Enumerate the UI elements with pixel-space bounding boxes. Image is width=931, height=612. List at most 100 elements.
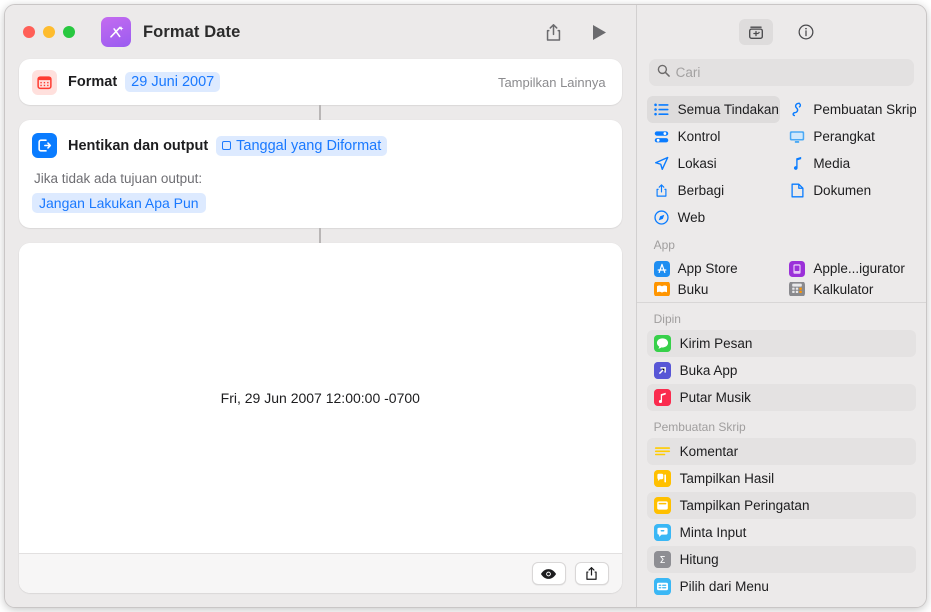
action-library-sidebar: Semua Tindakan Pembuatan Skrip xyxy=(635,5,926,607)
category-perangkat[interactable]: Perangkat xyxy=(782,123,916,150)
no-output-action-token[interactable]: Jangan Lakukan Apa Pun xyxy=(32,193,206,213)
category-pembuatan-skrip[interactable]: Pembuatan Skrip xyxy=(782,96,916,123)
device-icon xyxy=(789,130,805,144)
category-label: Berbagi xyxy=(677,183,725,198)
app-store-icon xyxy=(653,260,670,277)
share-icon xyxy=(654,183,670,198)
app-item-buku[interactable]: Buku xyxy=(647,282,781,296)
app-label: Buku xyxy=(677,282,709,296)
app-item-app-store[interactable]: App Store xyxy=(647,255,781,282)
script-icon xyxy=(789,102,805,117)
category-list[interactable]: Semua Tindakan Pembuatan Skrip Kontrol P… xyxy=(637,96,926,300)
category-label: Media xyxy=(813,156,851,171)
category-berbagi[interactable]: Berbagi xyxy=(647,177,781,204)
music-note-icon xyxy=(789,156,805,171)
info-icon[interactable] xyxy=(789,19,823,45)
control-icon xyxy=(654,130,670,144)
app-window: Format Date Format 29 Juni 2007 Tampilka… xyxy=(4,4,927,608)
stop-output-icon xyxy=(32,133,57,158)
category-web[interactable]: Web xyxy=(647,204,781,231)
share-icon[interactable] xyxy=(542,20,566,44)
close-button[interactable] xyxy=(23,26,35,38)
sidebar-toolbar xyxy=(637,5,926,59)
search-icon xyxy=(657,64,670,82)
choose-menu-icon xyxy=(653,578,671,595)
search-field[interactable] xyxy=(648,59,914,86)
action-item-label: Minta Input xyxy=(679,525,747,540)
app-label: Kalkulator xyxy=(813,282,874,296)
output-variable-token[interactable]: Tanggal yang Diformat xyxy=(216,135,388,156)
category-kontrol[interactable]: Kontrol xyxy=(647,123,781,150)
section-header-dipin: Dipin xyxy=(653,312,681,326)
play-icon[interactable] xyxy=(588,20,612,44)
action-card-format[interactable]: Format 29 Juni 2007 Tampilkan Lainnya xyxy=(19,59,622,105)
page-title: Format Date xyxy=(143,22,241,41)
action-item-buka-app[interactable]: Buka App xyxy=(647,357,916,384)
eye-icon[interactable] xyxy=(531,562,566,585)
variable-square-icon xyxy=(222,141,232,150)
action-library-icon[interactable] xyxy=(739,19,774,45)
compass-icon xyxy=(654,210,670,225)
calculate-icon: Σ xyxy=(653,551,671,568)
show-more-link[interactable]: Tampilkan Lainnya xyxy=(498,75,606,90)
title-bar: Format Date xyxy=(5,5,636,59)
no-output-destination-label: Jika tidak ada tujuan output: xyxy=(34,171,203,186)
action-suggestions-list[interactable]: Dipin Kirim Pesan Buka App Putar Musik P… xyxy=(637,303,926,607)
category-semua-tindakan[interactable]: Semua Tindakan xyxy=(646,96,781,123)
music-icon xyxy=(653,389,671,406)
search-container xyxy=(637,59,926,96)
category-label: Semua Tindakan xyxy=(677,102,779,117)
action-item-pilih-dari-menu[interactable]: Pilih dari Menu xyxy=(647,573,916,600)
section-header-pembuatan-skrip: Pembuatan Skrip xyxy=(653,420,746,434)
category-label: Dokumen xyxy=(813,183,872,198)
action-label: Format xyxy=(68,74,118,90)
action-item-komentar[interactable]: Komentar xyxy=(646,438,916,465)
action-item-tampilkan-hasil[interactable]: Tampilkan Hasil xyxy=(647,465,916,492)
shortcuts-icon xyxy=(101,17,131,47)
list-icon xyxy=(654,103,670,116)
category-label: Kontrol xyxy=(677,129,721,144)
app-item-apple-configurator[interactable]: Apple...igurator xyxy=(782,255,916,282)
search-input[interactable] xyxy=(675,65,906,80)
books-icon xyxy=(653,282,670,296)
action-item-label: Hitung xyxy=(679,552,719,567)
workflow-canvas: Format 29 Juni 2007 Tampilkan Lainnya He… xyxy=(5,59,636,607)
app-label: App Store xyxy=(677,261,738,276)
preview-body: Fri, 29 Jun 2007 12:00:00 -0700 xyxy=(19,243,622,553)
action-item-hitung[interactable]: Σ Hitung xyxy=(646,546,916,573)
action-item-label: Kirim Pesan xyxy=(679,336,753,351)
category-label: Lokasi xyxy=(677,156,717,171)
date-token[interactable]: 29 Juni 2007 xyxy=(125,72,221,92)
ask-input-icon xyxy=(653,524,671,541)
share-icon[interactable] xyxy=(574,562,609,585)
stop-output-header: Hentikan dan output Tanggal yang Diforma… xyxy=(32,133,606,158)
action-connector xyxy=(319,105,322,120)
comment-icon xyxy=(654,443,671,460)
action-card-stop-output[interactable]: Hentikan dan output Tanggal yang Diforma… xyxy=(19,120,622,228)
action-item-label: Putar Musik xyxy=(679,390,751,405)
result-preview-card: Fri, 29 Jun 2007 12:00:00 -0700 xyxy=(19,243,622,593)
action-item-kirim-pesan[interactable]: Kirim Pesan xyxy=(646,330,916,357)
category-grid: Semua Tindakan Pembuatan Skrip Kontrol P… xyxy=(646,96,916,296)
app-label: Apple...igurator xyxy=(813,261,905,276)
show-alert-icon xyxy=(653,497,671,514)
action-item-label: Tampilkan Hasil xyxy=(679,471,775,486)
app-item-kalkulator[interactable]: Kalkulator xyxy=(782,282,916,296)
category-label: Pembuatan Skrip xyxy=(813,102,916,117)
minimize-button[interactable] xyxy=(43,26,55,38)
action-item-putar-musik[interactable]: Putar Musik xyxy=(646,384,916,411)
titlebar-actions xyxy=(542,20,620,44)
action-item-label: Pilih dari Menu xyxy=(679,579,769,594)
category-dokumen[interactable]: Dokumen xyxy=(782,177,916,204)
open-app-icon xyxy=(653,362,671,379)
action-item-tampilkan-peringatan[interactable]: Tampilkan Peringatan xyxy=(646,492,916,519)
action-connector xyxy=(319,228,322,243)
category-lokasi[interactable]: Lokasi xyxy=(647,150,781,177)
zoom-button[interactable] xyxy=(63,26,75,38)
editor-pane: Format Date Format 29 Juni 2007 Tampilka… xyxy=(5,5,636,607)
document-icon xyxy=(789,183,805,198)
action-item-label: Buka App xyxy=(679,363,738,378)
action-item-minta-input[interactable]: Minta Input xyxy=(647,519,916,546)
show-result-icon xyxy=(653,470,671,487)
category-media[interactable]: Media xyxy=(782,150,916,177)
